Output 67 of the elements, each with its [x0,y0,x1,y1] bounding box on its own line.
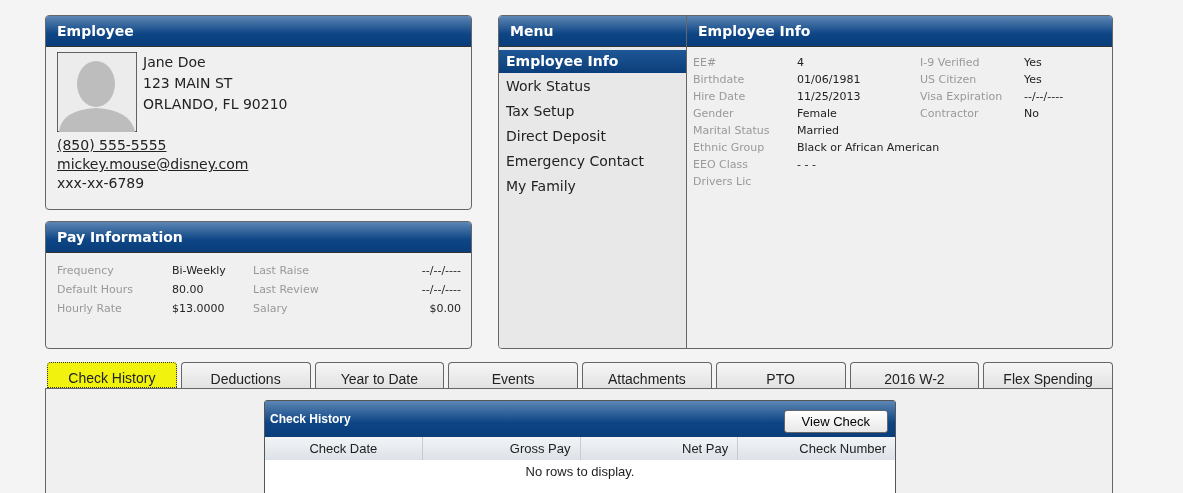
ssn-text: xxx-xx-6789 [57,174,145,193]
field-value: Yes [1024,72,1042,88]
tab[interactable]: Attachments [582,362,712,388]
field-label: Hire Date [693,89,746,105]
field-label: Hourly Rate [57,301,123,316]
field-value: 80.00 [172,282,205,297]
field-label: Gender [693,106,734,122]
tab[interactable]: Events [448,362,578,388]
employee-name: Jane Doe [143,53,206,72]
field-label: EEO Class [693,157,748,173]
menu-item[interactable]: Tax Setup [499,100,686,123]
field-label: Contractor [920,106,979,122]
field-label: Salary [253,301,289,316]
column-header[interactable]: Check Date [265,437,423,460]
menu-item[interactable]: Direct Deposit [499,125,686,148]
tab[interactable]: Flex Spending [983,362,1113,388]
field-value: $13.0000 [172,301,226,316]
menu-item[interactable]: Work Status [499,75,686,98]
field-value: 01/06/1981 [797,72,861,88]
panel-title: Employee [57,23,134,39]
field-label: US Citizen [920,72,977,88]
address-line: 123 MAIN ST [143,74,233,93]
column-header[interactable]: Check Number [738,437,895,460]
field-label: Marital Status [693,123,770,139]
column-header[interactable]: Net Pay [580,437,739,460]
address-line: ORLANDO, FL 90210 [143,95,288,114]
field-value: --/--/---- [421,263,461,278]
field-label: Ethnic Group [693,140,765,156]
panel-title: Menu [510,23,554,39]
tab[interactable]: PTO [715,362,846,388]
field-label: I-9 Verified [920,55,980,71]
field-label: Last Review [253,282,320,297]
field-value: $0.00 [429,301,461,316]
field-value: - - - [797,157,816,173]
column-header[interactable]: Gross Pay [422,437,581,460]
menu-item[interactable]: Emergency Contact [499,150,686,173]
field-label: Default Hours [57,282,134,297]
avatar-icon [57,52,137,132]
tab[interactable]: Check History [47,362,177,388]
field-value: No [1024,106,1039,122]
phone-link[interactable]: (850) 555-5555 [57,136,167,155]
field-value: 4 [797,55,804,71]
field-value: 11/25/2013 [797,89,861,105]
field-value: Female [797,106,837,122]
field-label: Visa Expiration [920,89,1003,105]
field-label: EE# [693,55,717,71]
field-value: Black or African American [797,140,940,156]
view-check-button[interactable]: View Check [783,409,888,433]
field-label: Last Raise [253,263,311,278]
field-value: --/--/---- [421,282,461,297]
panel-title: Employee Info [698,23,811,39]
field-value: Yes [1024,55,1042,71]
tab[interactable]: Year to Date [314,362,445,388]
panel-title: Pay Information [57,229,183,245]
tab[interactable]: Deductions [180,362,311,388]
field-label: Birthdate [693,72,745,88]
field-label: Frequency [57,263,115,278]
field-value: Bi-Weekly [172,263,227,278]
empty-message: No rows to display. [525,464,635,479]
menu-item[interactable]: Employee Info [499,50,686,73]
field-label: Drivers Lic [693,174,752,190]
menu-item[interactable]: My Family [499,175,686,198]
grid-title: Check History [270,412,351,426]
tab[interactable]: 2016 W-2 [849,362,980,388]
field-value: Married [797,123,839,139]
email-link[interactable]: mickey.mouse@disney.com [57,155,249,174]
field-value: --/--/---- [1024,89,1064,105]
